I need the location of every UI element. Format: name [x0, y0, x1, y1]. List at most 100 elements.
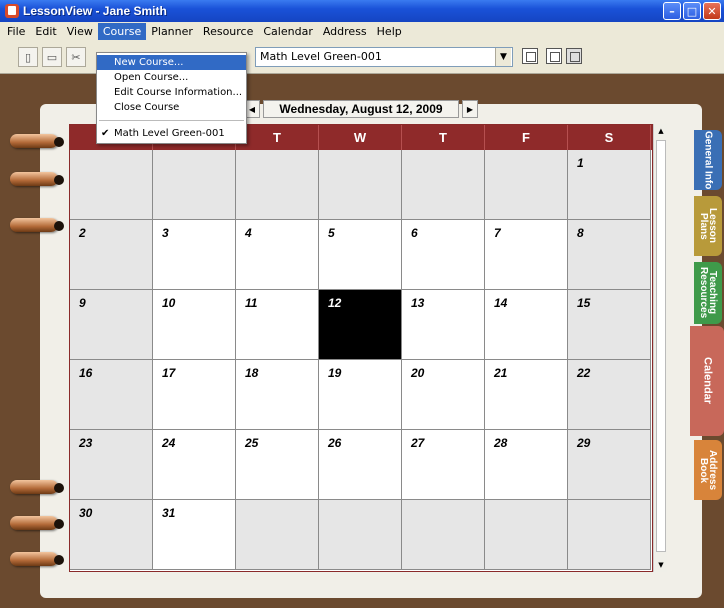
menu-bar: File Edit View Course Planner Resource C… — [0, 22, 724, 41]
tab-address-book[interactable]: Address Book — [694, 440, 722, 500]
next-date-button[interactable]: ▶ — [462, 100, 478, 118]
menu-item-close-course[interactable]: Close Course — [97, 100, 246, 115]
calendar-day-cell[interactable]: 9 — [70, 290, 153, 360]
day-header: F — [485, 125, 568, 150]
calendar-empty-cell — [485, 150, 568, 220]
month-calendar: S M T W T F S 12345678910111213141516171… — [69, 124, 653, 572]
menu-item-edit-course-info[interactable]: Edit Course Information... — [97, 85, 246, 100]
window-title: LessonView - Jane Smith — [23, 4, 167, 18]
app-icon — [5, 4, 19, 18]
menu-item-new-course[interactable]: New Course... — [97, 55, 246, 70]
calendar-day-cell[interactable]: 6 — [402, 220, 485, 290]
calendar-day-cell[interactable]: 17 — [153, 360, 236, 430]
tab-general-info[interactable]: General Info — [694, 130, 722, 190]
calendar-empty-cell — [236, 500, 319, 570]
day-header: S — [568, 125, 651, 150]
day-view-icon[interactable] — [522, 48, 538, 64]
calendar-day-cell[interactable]: 2 — [70, 220, 153, 290]
tab-lesson-plans[interactable]: Lesson Plans — [694, 196, 722, 256]
open-folder-icon[interactable]: ▭ — [42, 47, 62, 67]
calendar-day-cell[interactable]: 13 — [402, 290, 485, 360]
scroll-up-icon[interactable]: ▲ — [654, 124, 668, 138]
new-document-icon[interactable]: ▯ — [18, 47, 38, 67]
calendar-empty-cell — [319, 500, 402, 570]
calendar-day-cell[interactable]: 30 — [70, 500, 153, 570]
calendar-day-cell[interactable]: 11 — [236, 290, 319, 360]
binder-ring — [10, 516, 64, 530]
calendar-day-cell[interactable]: 18 — [236, 360, 319, 430]
calendar-empty-cell — [319, 150, 402, 220]
recent-course-label: Math Level Green-001 — [114, 128, 225, 139]
menu-item-recent-course[interactable]: ✔ Math Level Green-001 — [97, 126, 246, 141]
date-navigation: ◀ Wednesday, August 12, 2009 ▶ — [244, 100, 478, 118]
calendar-day-cell[interactable]: 24 — [153, 430, 236, 500]
menu-item-open-course[interactable]: Open Course... — [97, 70, 246, 85]
window-title-bar: LessonView - Jane Smith – □ ✕ — [0, 0, 724, 22]
calendar-empty-cell — [402, 500, 485, 570]
calendar-day-cell[interactable]: 7 — [485, 220, 568, 290]
binder-ring — [10, 480, 64, 494]
binder-ring — [10, 134, 64, 148]
minimize-button[interactable]: – — [663, 2, 681, 20]
menu-edit[interactable]: Edit — [30, 23, 61, 40]
menu-help[interactable]: Help — [372, 23, 407, 40]
tab-calendar[interactable]: Calendar — [690, 326, 724, 436]
calendar-day-cell[interactable]: 14 — [485, 290, 568, 360]
binder-ring — [10, 218, 64, 232]
menu-course[interactable]: Course — [97, 23, 147, 40]
calendar-day-cell[interactable]: 8 — [568, 220, 651, 290]
day-header: T — [236, 125, 319, 150]
calendar-day-cell[interactable]: 31 — [153, 500, 236, 570]
day-header: W — [319, 125, 402, 150]
calendar-day-cell[interactable]: 22 — [568, 360, 651, 430]
course-select[interactable]: Math Level Green-001 — [255, 47, 513, 67]
calendar-day-cell[interactable]: 29 — [568, 430, 651, 500]
calendar-day-cell[interactable]: 4 — [236, 220, 319, 290]
binder-ring — [10, 552, 64, 566]
calendar-day-cell[interactable]: 21 — [485, 360, 568, 430]
calendar-empty-cell — [236, 150, 319, 220]
calendar-day-cell[interactable]: 23 — [70, 430, 153, 500]
calendar-empty-cell — [568, 500, 651, 570]
week-view-icon[interactable] — [546, 48, 562, 64]
calendar-day-cell[interactable]: 16 — [70, 360, 153, 430]
cut-icon[interactable]: ✂ — [66, 47, 86, 67]
calendar-empty-cell — [402, 150, 485, 220]
chevron-down-icon[interactable]: ▼ — [495, 48, 511, 66]
calendar-empty-cell — [485, 500, 568, 570]
calendar-day-cell[interactable]: 28 — [485, 430, 568, 500]
calendar-day-cell[interactable]: 27 — [402, 430, 485, 500]
maximize-button[interactable]: □ — [683, 2, 701, 20]
course-menu-dropdown: New Course... Open Course... Edit Course… — [96, 52, 247, 144]
checkmark-icon: ✔ — [101, 128, 110, 139]
menu-address[interactable]: Address — [318, 23, 372, 40]
scroll-down-icon[interactable]: ▼ — [654, 558, 668, 572]
calendar-grid: 1 2 3 4 5 6 7 8 9 10 11 12 13 14 15 16 17 18 19 20 21 22 23 24 2… — [70, 150, 652, 570]
menu-calendar[interactable]: Calendar — [258, 23, 317, 40]
menu-resource[interactable]: Resource — [198, 23, 258, 40]
calendar-day-cell[interactable]: 15 — [568, 290, 651, 360]
binder-ring — [10, 172, 64, 186]
menu-file[interactable]: File — [2, 23, 30, 40]
calendar-day-cell[interactable]: 26 — [319, 430, 402, 500]
menu-planner[interactable]: Planner — [146, 23, 198, 40]
calendar-day-cell[interactable]: 5 — [319, 220, 402, 290]
day-header: T — [402, 125, 485, 150]
calendar-day-cell[interactable]: 12 — [319, 290, 402, 360]
calendar-day-cell[interactable]: 25 — [236, 430, 319, 500]
menu-separator — [99, 120, 244, 121]
calendar-day-cell[interactable]: 1 — [568, 150, 651, 220]
scroll-thumb[interactable] — [656, 140, 666, 552]
calendar-empty-cell — [153, 150, 236, 220]
close-button[interactable]: ✕ — [703, 2, 721, 20]
tab-teaching-resources[interactable]: Teaching Resources — [694, 262, 722, 324]
month-view-icon[interactable] — [566, 48, 582, 64]
calendar-day-cell[interactable]: 20 — [402, 360, 485, 430]
calendar-day-cell[interactable]: 10 — [153, 290, 236, 360]
calendar-empty-cell — [70, 150, 153, 220]
calendar-day-cell[interactable]: 3 — [153, 220, 236, 290]
menu-view[interactable]: View — [62, 23, 98, 40]
calendar-day-cell[interactable]: 19 — [319, 360, 402, 430]
current-date-label[interactable]: Wednesday, August 12, 2009 — [263, 100, 459, 118]
calendar-scrollbar[interactable]: ▲ ▼ — [653, 124, 667, 572]
